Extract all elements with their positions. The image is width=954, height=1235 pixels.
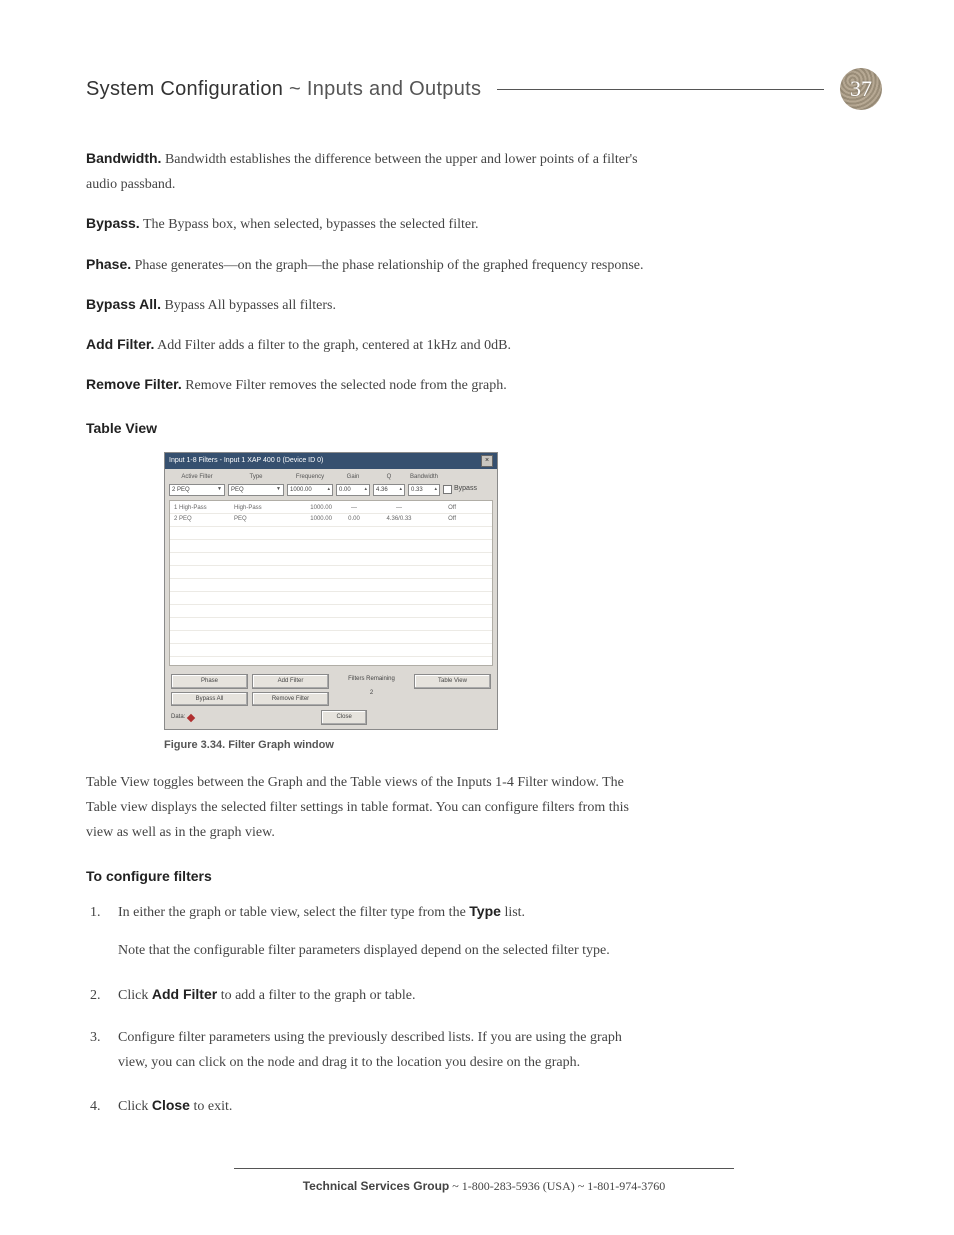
def-bypass-all: Bypass All. Bypass All bypasses all filt…	[86, 292, 646, 318]
def-remove-filter: Remove Filter. Remove Filter removes the…	[86, 372, 646, 398]
filter-graph-window: Input 1-8 Filters - Input 1 XAP 400 0 (D…	[164, 452, 498, 731]
data-indicator-icon	[187, 714, 195, 722]
chevron-down-icon: ▼	[217, 485, 222, 494]
remove-filter-button[interactable]: Remove Filter	[252, 692, 329, 707]
figure-caption: Figure 3.34. Filter Graph window	[164, 736, 646, 756]
label-bandwidth: Bandwidth	[408, 472, 440, 483]
header-title: System Configuration ~ Inputs and Output…	[86, 78, 481, 101]
active-filter-dropdown[interactable]: 2 PEQ▼	[169, 484, 225, 496]
q-spinner[interactable]: 4.36▴	[373, 484, 405, 496]
bandwidth-spinner[interactable]: 0.33▴	[408, 484, 440, 496]
def-bandwidth: Bandwidth. Bandwidth establishes the dif…	[86, 146, 646, 197]
label-gain: Gain	[336, 472, 370, 483]
close-icon[interactable]: ×	[481, 455, 493, 467]
step-1: In either the graph or table view, selec…	[104, 899, 646, 964]
header-title-sep: ~	[283, 78, 307, 100]
spinner-icon: ▴	[327, 485, 330, 494]
def-bypass: Bypass. The Bypass box, when selected, b…	[86, 211, 646, 237]
data-status-row: Data: Close	[165, 710, 497, 729]
footer-group: Technical Services Group	[303, 1179, 450, 1193]
table-view-button[interactable]: Table View	[414, 674, 491, 689]
def-add-filter: Add Filter. Add Filter adds a filter to …	[86, 332, 646, 358]
filters-remaining-label: Filters Remaining	[333, 674, 410, 685]
label-q: Q	[373, 472, 405, 483]
type-dropdown[interactable]: PEQ▼	[228, 484, 284, 496]
footer-phone-usa: 1-800-283-5936 (USA)	[462, 1179, 575, 1193]
step-3: Configure filter parameters using the pr…	[104, 1026, 646, 1075]
chevron-down-icon: ▼	[276, 485, 281, 494]
page-number-badge: 37	[840, 68, 882, 110]
page-number: 37	[850, 76, 872, 102]
label-active-filter: Active Filter	[169, 472, 225, 483]
bypass-checkbox[interactable]	[443, 485, 452, 494]
table-row[interactable]: 1 High-Pass High-Pass 1000.00 — — Off	[172, 503, 490, 514]
spinner-icon: ▴	[399, 485, 402, 494]
header-rule	[497, 89, 824, 90]
data-label: Data:	[171, 712, 185, 723]
table-view-heading: Table View	[86, 416, 646, 441]
header-title-light: Inputs and Outputs	[307, 78, 481, 100]
filters-remaining-value: 2	[333, 688, 410, 699]
table-view-paragraph: Table View toggles between the Graph and…	[86, 770, 646, 846]
spinner-icon: ▴	[364, 485, 367, 494]
label-type: Type	[228, 472, 284, 483]
window-bottom-controls: Phase Bypass All Add Filter Remove Filte…	[165, 670, 497, 711]
step-4: Click Close to exit.	[104, 1093, 646, 1120]
close-button[interactable]: Close	[321, 710, 367, 725]
page-header: System Configuration ~ Inputs and Output…	[86, 68, 882, 110]
body-column: Bandwidth. Bandwidth establishes the dif…	[86, 146, 646, 1120]
def-phase: Phase. Phase generates—on the graph—the …	[86, 252, 646, 278]
label-bypass: Bypass	[454, 483, 477, 496]
page-footer: Technical Services Group ~ 1-800-283-593…	[86, 1179, 882, 1194]
spinner-icon: ▴	[434, 485, 437, 494]
window-titlebar: Input 1-8 Filters - Input 1 XAP 400 0 (D…	[165, 453, 497, 470]
step-2: Click Add Filter to add a filter to the …	[104, 982, 646, 1009]
filter-table: 1 High-Pass High-Pass 1000.00 — — Off 2 …	[169, 500, 493, 666]
bypass-all-button[interactable]: Bypass All	[171, 692, 248, 707]
gain-spinner[interactable]: 0.00▴	[336, 484, 370, 496]
window-title: Input 1-8 Filters - Input 1 XAP 400 0 (D…	[169, 455, 323, 468]
add-filter-button[interactable]: Add Filter	[252, 674, 329, 689]
footer-phone-alt: 1-801-974-3760	[587, 1179, 665, 1193]
phase-button[interactable]: Phase	[171, 674, 248, 689]
label-frequency: Frequency	[287, 472, 333, 483]
configure-filters-heading: To configure filters	[86, 864, 646, 889]
filter-controls-row: Active Filter 2 PEQ▼ Type PEQ▼ Frequency…	[165, 469, 497, 498]
header-title-strong: System Configuration	[86, 78, 283, 100]
frequency-spinner[interactable]: 1000.00▴	[287, 484, 333, 496]
step-1-note: Note that the configurable filter parame…	[118, 939, 646, 964]
table-row[interactable]: 2 PEQ PEQ 1000.00 0.00 4.36/0.33 Off	[172, 514, 490, 525]
footer-rule	[234, 1168, 734, 1169]
figure-filter-graph-window: Input 1-8 Filters - Input 1 XAP 400 0 (D…	[164, 452, 646, 731]
configure-steps: In either the graph or table view, selec…	[86, 899, 646, 1120]
